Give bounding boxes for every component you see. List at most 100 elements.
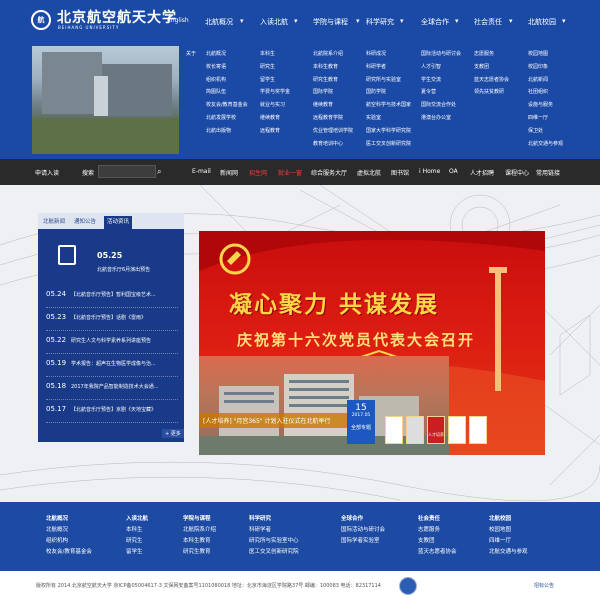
mega-link[interactable]: 科研学者 [366, 61, 411, 74]
mega-link[interactable]: 北航新闻 [528, 74, 563, 87]
footer-link[interactable]: 北航概况 [46, 525, 92, 536]
footer-link[interactable]: 本科生 [126, 525, 148, 536]
footer-heading[interactable]: 北航校园 [489, 514, 528, 525]
mega-link[interactable]: 国防学院 [366, 86, 411, 99]
mega-link[interactable]: 简图队伍 [206, 86, 248, 99]
all-topics-link[interactable]: 全部专题 [347, 424, 375, 431]
footer-link[interactable]: 留学生 [126, 547, 148, 558]
footer-link[interactable]: 研究所与实验室中心 [249, 536, 299, 547]
news-link[interactable]: 新闻网 [220, 168, 238, 177]
item-title[interactable]: 研究生人文与科学素养系列讲座预告 [71, 338, 151, 344]
footer-heading[interactable]: 北航概况 [46, 514, 92, 525]
footer-heading[interactable]: 社会责任 [418, 514, 457, 525]
admissions-link[interactable]: 招生网 [249, 168, 267, 177]
search-icon[interactable]: ⌕ [157, 167, 161, 177]
mega-link[interactable]: 医工交叉创新研究院 [366, 138, 411, 151]
topic-thumb[interactable] [406, 416, 424, 444]
item-title[interactable]: 【北航音乐厅预告】暂利国宝级艺术... [71, 292, 156, 298]
mega-link[interactable]: 国际交流合作处 [421, 99, 461, 112]
mega-link[interactable]: 校友会/教育基金会 [206, 99, 248, 112]
mega-link[interactable]: 国际活动与研讨会 [421, 48, 461, 61]
courses-link[interactable]: 课程中心 [505, 168, 529, 177]
footer-link[interactable]: 科研学者 [249, 525, 299, 536]
feature-banner[interactable]: 凝心聚力 共谋发展 庆祝第十六次党员代表大会召开 [人才培养] "月宫365" … [199, 231, 545, 455]
topic-thumb[interactable] [469, 416, 487, 444]
mega-link[interactable]: 研究所与实验室 [366, 74, 411, 87]
nav-about[interactable]: 北航概况 [205, 17, 233, 27]
topic-thumb[interactable]: 人才培养 [427, 416, 445, 444]
list-item[interactable]: 05.18 2017年我院产品智能制造技术大会通... [46, 382, 178, 400]
mega-link[interactable]: 北航院系介绍 [313, 48, 353, 61]
footer-link[interactable]: 北航院系介绍 [183, 525, 216, 536]
footer-link[interactable]: 志愿服务 [418, 525, 457, 536]
banner-caption[interactable]: [人才培养] "月宫365" 计划入驻仪式在北航举行 [199, 413, 359, 428]
footer-heading[interactable]: 入读北航 [126, 514, 148, 525]
topic-thumb[interactable] [385, 416, 403, 444]
mega-link[interactable]: 北航概况 [206, 48, 248, 61]
mega-link[interactable]: 继续教育 [260, 112, 290, 125]
featured-title[interactable]: 北航音乐厅6月演出预告 [97, 266, 150, 273]
list-item[interactable]: 05.19 学术报告：超声在生物医学成像与治... [46, 359, 178, 377]
footer-link[interactable]: 国际活动与研讨会 [341, 525, 385, 536]
mega-link[interactable]: 就业与实习 [260, 99, 290, 112]
mega-link[interactable]: 研究生 [260, 61, 290, 74]
mega-link[interactable]: 社团组织 [528, 86, 563, 99]
footer-link[interactable]: 本科生教育 [183, 536, 216, 547]
english-link[interactable]: English [167, 17, 189, 24]
mega-link[interactable]: 保卫处 [528, 125, 563, 138]
tab-events[interactable]: 活动资讯 [104, 216, 133, 229]
mega-link[interactable]: 支教团 [474, 61, 509, 74]
mega-link[interactable]: 航空科学与技术国家 [366, 99, 411, 112]
security-badge-icon[interactable] [399, 577, 417, 595]
ihome-link[interactable]: i Home [419, 168, 440, 175]
footer-link[interactable]: 组织机构 [46, 536, 92, 547]
list-item[interactable]: 05.24 【北航音乐厅预告】暂利国宝级艺术... [46, 290, 178, 308]
list-item[interactable]: 05.17 【北航音乐厅预告】京剧《天地宝藏》 [46, 405, 178, 423]
topic-thumb[interactable] [448, 416, 466, 444]
mega-link[interactable]: 科研成况 [366, 48, 411, 61]
mega-link[interactable]: 教育培训中心 [313, 138, 353, 151]
more-button[interactable]: + 更多 [162, 429, 184, 438]
mega-link[interactable]: 国家大学科学研究院 [366, 125, 411, 138]
tender-link[interactable]: 招标公告 [534, 582, 554, 589]
footer-link[interactable]: 研究生 [126, 536, 148, 547]
footer-link[interactable]: 校友会/教育基金会 [46, 547, 92, 558]
mega-link[interactable]: 继续教育 [313, 99, 353, 112]
mega-link[interactable]: 远程教育 [260, 125, 290, 138]
footer-link[interactable]: 校园地图 [489, 525, 528, 536]
footer-link[interactable]: 国际学者实验室 [341, 536, 385, 547]
mega-link[interactable]: 北航交通与参观 [528, 138, 563, 151]
banner-date[interactable]: 15 2017.05 全部专题 [347, 400, 375, 444]
nav-schools[interactable]: 学院与课程 [313, 17, 348, 27]
footer-link[interactable]: 医工交叉创新研究院 [249, 547, 299, 558]
nav-global[interactable]: 全球合作 [421, 17, 449, 27]
footer-link[interactable]: 研究生教育 [183, 547, 216, 558]
mega-link[interactable]: 港澳台办公室 [421, 112, 461, 125]
mega-link[interactable]: 留学生 [260, 74, 290, 87]
mega-link[interactable]: 校长寄语 [206, 61, 248, 74]
footer-heading[interactable]: 学院与课程 [183, 514, 216, 525]
footer-link[interactable]: 蓝天志愿者协会 [418, 547, 457, 558]
mega-link[interactable]: 国际学院 [313, 86, 353, 99]
mega-link[interactable]: 本科生 [260, 48, 290, 61]
footer-link[interactable]: 北航交通与参观 [489, 547, 528, 558]
mega-link[interactable]: 北航出版物 [206, 125, 248, 138]
mega-link[interactable]: 组织机构 [206, 74, 248, 87]
search-input[interactable] [98, 165, 156, 178]
mega-link[interactable]: 远程教育学院 [313, 112, 353, 125]
apply-link[interactable]: 申请入读 [35, 168, 59, 177]
recruit-link[interactable]: 人才招聘 [470, 168, 494, 177]
item-title[interactable]: 【北航音乐厅预告】京剧《天地宝藏》 [71, 407, 156, 413]
tab-notices[interactable]: 通知公告 [71, 216, 99, 229]
mega-link[interactable]: 设施与服务 [528, 99, 563, 112]
nav-research[interactable]: 科学研究 [366, 17, 394, 27]
mega-link[interactable]: 学生交流 [421, 74, 461, 87]
nav-social[interactable]: 社会责任 [474, 17, 502, 27]
service-hall-link[interactable]: 综合服务大厅 [311, 168, 347, 177]
nav-admission[interactable]: 入读北航 [260, 17, 288, 27]
mega-link[interactable]: 人才引智 [421, 61, 461, 74]
mega-link[interactable]: 四维一厅 [528, 112, 563, 125]
oa-link[interactable]: OA [449, 168, 458, 175]
mega-link[interactable]: 领先扶贫教研 [474, 86, 509, 99]
item-title[interactable]: 学术报告：超声在生物医学成像与治... [71, 361, 156, 367]
